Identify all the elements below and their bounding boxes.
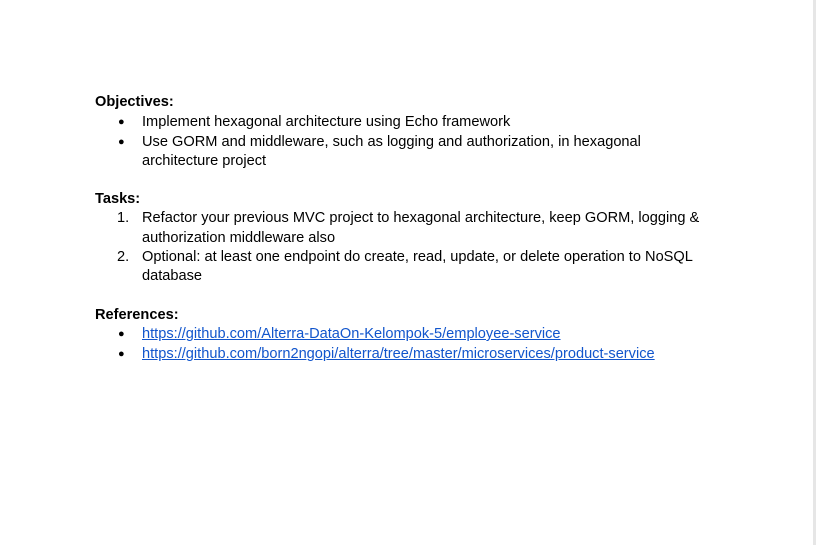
- objectives-heading: Objectives:: [95, 94, 174, 110]
- bullet-icon: ●: [118, 348, 125, 360]
- task-item-2: Optional: at least one endpoint do creat…: [142, 249, 693, 265]
- objective-item-2-cont: architecture project: [142, 153, 267, 169]
- task-item-1-cont: authorization middleware also: [142, 230, 336, 246]
- objective-item-2: Use GORM and middleware, such as logging…: [142, 134, 641, 150]
- objective-item-1: Implement hexagonal architecture using E…: [142, 114, 511, 130]
- bullet-icon: ●: [118, 328, 125, 340]
- task-marker-1: 1.: [117, 210, 130, 226]
- bullet-icon: ●: [118, 116, 125, 128]
- reference-link-1[interactable]: https://github.com/Alterra-DataOn-Kelomp…: [142, 325, 561, 343]
- tasks-heading: Tasks:: [95, 191, 141, 207]
- references-heading: References:: [95, 307, 179, 323]
- task-item-1: Refactor your previous MVC project to he…: [142, 210, 700, 226]
- task-marker-2: 2.: [117, 249, 130, 265]
- reference-link-2[interactable]: https://github.com/born2ngopi/alterra/tr…: [142, 345, 655, 363]
- bullet-icon: ●: [118, 136, 125, 148]
- task-item-2-cont: database: [142, 268, 203, 284]
